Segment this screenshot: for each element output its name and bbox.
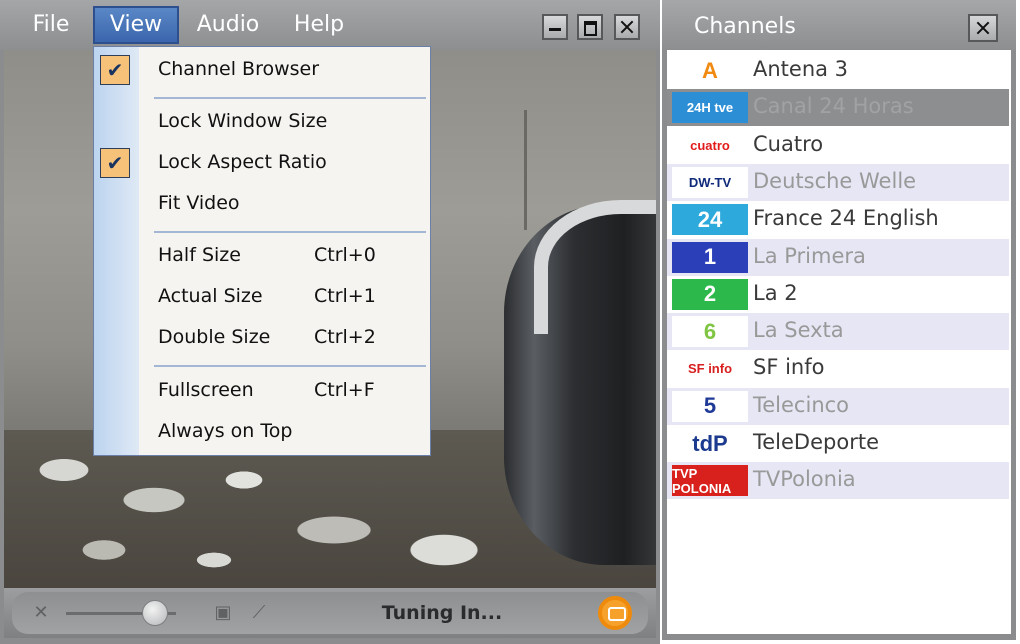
- player-window: File View Audio Help ✕ ▣ ⟋ Tuning In... …: [0, 0, 660, 644]
- menu-separator: [154, 97, 426, 99]
- tv-icon[interactable]: [598, 596, 632, 630]
- channel-item[interactable]: 6 La Sexta: [667, 313, 1009, 351]
- channel-item[interactable]: 1 La Primera: [667, 238, 1009, 276]
- channel-item[interactable]: A Antena 3: [667, 52, 1009, 89]
- channel-item[interactable]: 24 France 24 English: [667, 201, 1009, 238]
- volume-slider-thumb[interactable]: [142, 600, 168, 626]
- menu-item-always-on-top[interactable]: Always on Top: [94, 412, 430, 452]
- menu-item-label: Fit Video: [158, 192, 240, 214]
- menu-item-lock-aspect-ratio[interactable]: ✔ Lock Aspect Ratio: [94, 143, 430, 183]
- channel-name: La 2: [753, 280, 798, 305]
- menu-item-label: Lock Aspect Ratio: [158, 151, 327, 173]
- mute-icon[interactable]: ✕: [30, 602, 52, 624]
- channel-name: La Primera: [753, 243, 866, 268]
- channel-logo-icon: SF info: [672, 353, 748, 385]
- menu-separator: [154, 365, 426, 367]
- channels-close-button[interactable]: [968, 14, 998, 42]
- channel-logo-icon: 5: [672, 390, 748, 422]
- menu-item-label: Half Size: [158, 244, 241, 266]
- menu-item-channel-browser[interactable]: ✔ Channel Browser: [94, 50, 430, 90]
- channel-logo-icon: 2: [672, 278, 748, 310]
- channels-title: Channels: [694, 14, 796, 39]
- control-bar-panel: ✕ ▣ ⟋ Tuning In...: [12, 592, 648, 634]
- wall-crack: [524, 110, 527, 230]
- menu-item-label: Lock Window Size: [158, 110, 328, 132]
- channel-item[interactable]: cuatro Cuatro: [667, 127, 1009, 164]
- menu-item-lock-window-size[interactable]: Lock Window Size: [94, 102, 430, 142]
- menu-item-fullscreen[interactable]: Fullscreen Ctrl+F: [94, 371, 430, 411]
- menu-item-shortcut: Ctrl+2: [314, 326, 376, 348]
- menu-item-label: Always on Top: [158, 420, 293, 442]
- menu-item-actual-size[interactable]: Actual Size Ctrl+1: [94, 277, 430, 317]
- menu-item-label: Channel Browser: [158, 58, 320, 80]
- menu-item-shortcut: Ctrl+1: [314, 285, 376, 307]
- channel-logo-icon: DW-TV: [672, 166, 748, 198]
- menu-item-shortcut: Ctrl+F: [314, 379, 375, 401]
- channel-logo-icon: cuatro: [672, 129, 748, 161]
- channel-logo-icon: TVP POLONIA: [672, 465, 748, 497]
- channel-name: Cuatro: [753, 131, 824, 156]
- channel-name: TeleDeporte: [753, 430, 879, 454]
- channel-name: France 24 English: [753, 206, 939, 231]
- channel-logo-icon: 24: [672, 204, 748, 236]
- close-button[interactable]: [614, 14, 640, 40]
- channel-name: La Sexta: [753, 318, 844, 343]
- channel-name: SF info: [753, 355, 825, 380]
- menu-item-label: Fullscreen: [158, 379, 254, 401]
- menu-view[interactable]: View: [93, 6, 179, 44]
- channel-logo-icon: 6: [672, 316, 748, 348]
- menu-item-label: Double Size: [158, 326, 271, 348]
- menu-item-double-size[interactable]: Double Size Ctrl+2: [94, 318, 430, 358]
- channel-item[interactable]: SF info SF info: [667, 350, 1009, 387]
- check-icon: ✔: [100, 148, 130, 178]
- channel-name: TVPolonia: [753, 467, 856, 492]
- channel-item[interactable]: 2 La 2: [667, 276, 1009, 313]
- maximize-button[interactable]: [577, 14, 603, 40]
- menu-separator: [154, 231, 426, 233]
- menu-bar: File View Audio Help: [0, 0, 660, 50]
- menu-item-half-size[interactable]: Half Size Ctrl+0: [94, 236, 430, 276]
- channel-name: Canal 24 Horas: [753, 94, 914, 119]
- menu-file[interactable]: File: [18, 6, 84, 44]
- pin-icon[interactable]: ⟋: [248, 602, 270, 624]
- channel-logo-icon: A: [672, 55, 748, 86]
- view-dropdown-menu: ✔ Channel Browser Lock Window Size ✔ Lock As…: [93, 46, 431, 456]
- channel-name: Deutsche Welle: [753, 168, 917, 193]
- menu-item-label: Actual Size: [158, 285, 263, 307]
- channel-item[interactable]: TVP POLONIA TVPolonia: [667, 462, 1009, 500]
- control-bar: ✕ ▣ ⟋ Tuning In...: [4, 588, 656, 638]
- channels-titlebar: Channels: [662, 0, 1016, 50]
- menu-help[interactable]: Help: [286, 6, 352, 44]
- channel-list: A Antena 3 24H tve Canal 24 Horas cuatro Cuat…: [667, 50, 1011, 634]
- fit-screen-icon[interactable]: ▣: [212, 602, 234, 624]
- channel-logo-icon: 1: [672, 241, 748, 273]
- channel-item[interactable]: 24H tve Canal 24 Horas: [667, 89, 1009, 127]
- minimize-button[interactable]: [542, 14, 568, 40]
- channels-window: Channels A Antena 3 24H tve Canal 24 Horas c…: [662, 0, 1016, 640]
- check-icon: ✔: [100, 55, 130, 85]
- channel-item[interactable]: 5 Telecinco: [667, 387, 1009, 425]
- channel-item[interactable]: tdP TeleDeporte: [667, 425, 1009, 462]
- channel-name: Telecinco: [753, 392, 850, 417]
- menu-item-shortcut: Ctrl+0: [314, 244, 376, 266]
- channel-name: Antena 3: [753, 57, 849, 81]
- channel-logo-icon: tdP: [672, 428, 748, 459]
- status-text: Tuning In...: [381, 602, 503, 624]
- menu-item-fit-video[interactable]: Fit Video: [94, 184, 430, 224]
- channel-logo-icon: 24H tve: [672, 92, 748, 124]
- channel-item[interactable]: DW-TV Deutsche Welle: [667, 163, 1009, 201]
- menu-audio[interactable]: Audio: [188, 6, 268, 44]
